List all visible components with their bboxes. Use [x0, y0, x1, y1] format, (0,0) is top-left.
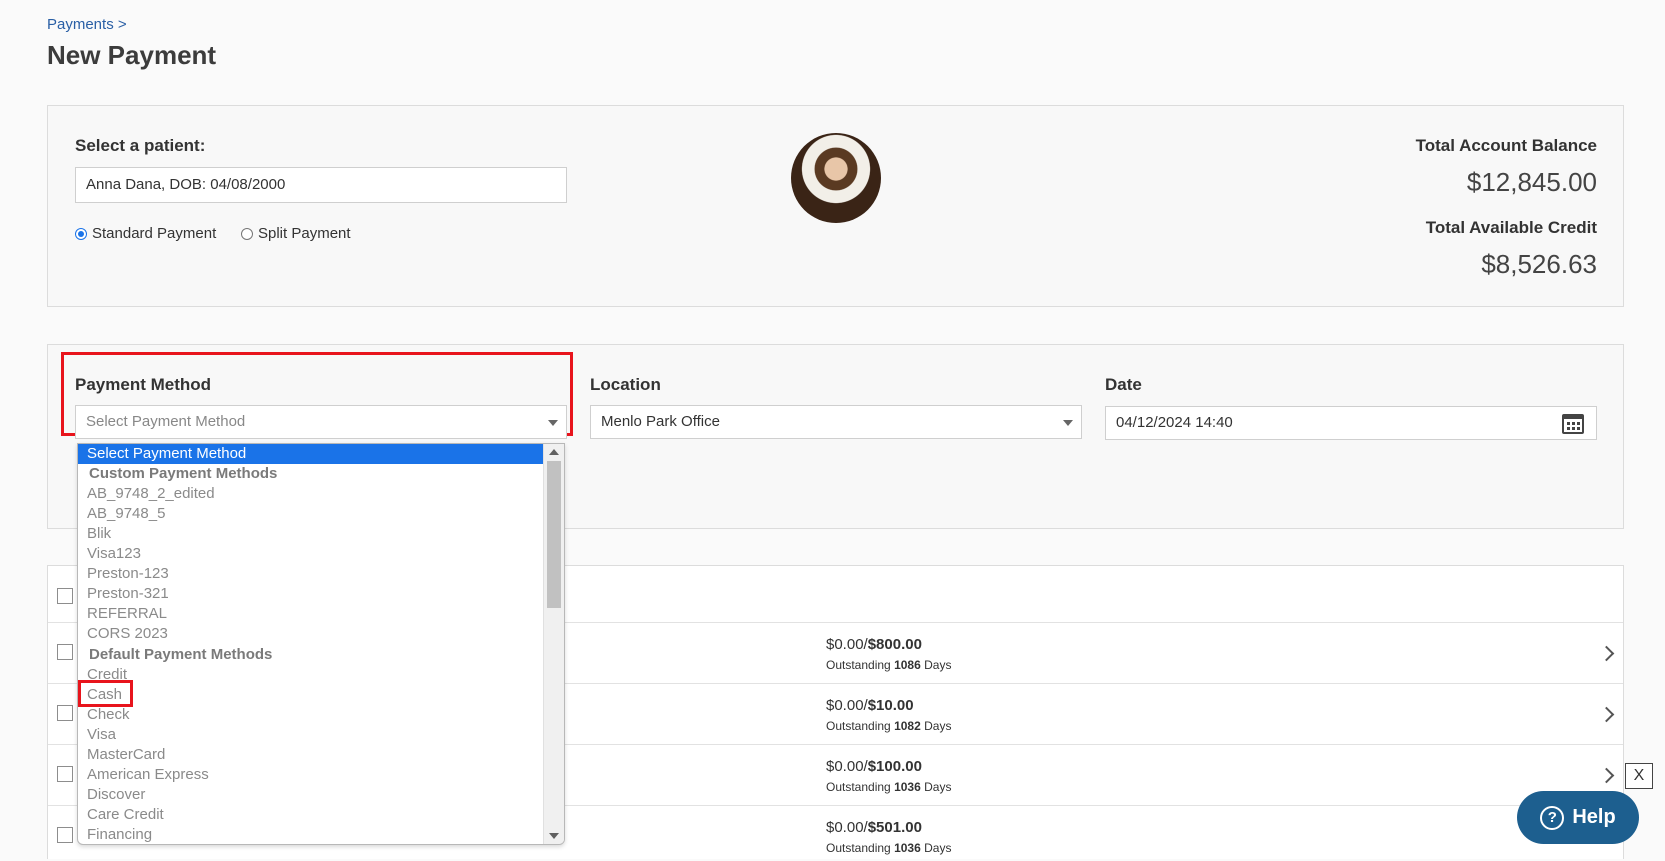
standard-payment-label: Standard Payment: [92, 225, 217, 242]
row-checkbox[interactable]: [57, 705, 73, 721]
payment-method-label: Payment Method: [75, 375, 212, 394]
patient-input[interactable]: Anna Dana, DOB: 04/08/2000: [75, 167, 567, 203]
dropdown-option[interactable]: CORS 2023: [78, 624, 544, 644]
radio-checked-icon[interactable]: [75, 227, 87, 240]
dropdown-option[interactable]: Discover: [78, 785, 544, 805]
close-button[interactable]: X: [1625, 763, 1653, 789]
dropdown-option[interactable]: Visa: [78, 725, 544, 745]
patient-label: Select a patient:: [75, 136, 206, 155]
payment-method-dropdown[interactable]: Select Payment Method Custom Payment Met…: [77, 443, 565, 845]
chevron-right-icon[interactable]: [1598, 645, 1615, 662]
dropdown-option-cash[interactable]: Cash: [78, 685, 544, 705]
chevron-right-icon[interactable]: [1598, 706, 1615, 723]
row-amount: $0.00/$100.00: [826, 758, 922, 775]
total-available-credit-value: $8,526.63: [1481, 249, 1597, 279]
help-button[interactable]: ? Help: [1517, 791, 1639, 844]
split-payment-radio[interactable]: Split Payment: [241, 225, 351, 242]
calendar-icon[interactable]: [1562, 414, 1584, 434]
payment-method-select[interactable]: Select Payment Method: [75, 405, 567, 439]
row-amount: $0.00/$800.00: [826, 636, 922, 653]
dropdown-option[interactable]: Blik: [78, 524, 544, 544]
page-title: New Payment: [47, 40, 217, 70]
chevron-down-icon: [548, 420, 558, 426]
scroll-down-icon[interactable]: [549, 833, 559, 839]
scroll-up-icon[interactable]: [549, 449, 559, 455]
dropdown-group-default: Default Payment Methods: [89, 646, 273, 663]
location-select[interactable]: Menlo Park Office: [590, 405, 1082, 439]
location-value: Menlo Park Office: [601, 413, 720, 430]
dropdown-option[interactable]: Credit: [78, 665, 544, 685]
dropdown-option[interactable]: Preston-321: [78, 584, 544, 604]
standard-payment-radio[interactable]: Standard Payment: [75, 225, 216, 242]
row-amount: $0.00/$501.00: [826, 819, 922, 836]
dropdown-option[interactable]: American Express: [78, 765, 544, 785]
location-label: Location: [590, 375, 661, 394]
payment-method-placeholder: Select Payment Method: [86, 413, 246, 430]
date-input[interactable]: 04/12/2024 14:40: [1105, 406, 1597, 440]
row-checkbox[interactable]: [57, 766, 73, 782]
dropdown-option[interactable]: AB_9748_2_edited: [78, 484, 544, 504]
dropdown-group-custom: Custom Payment Methods: [89, 465, 278, 482]
dropdown-option[interactable]: REFERRAL: [78, 604, 544, 624]
row-outstanding: Outstanding 1036 Days: [826, 780, 952, 794]
row-outstanding: Outstanding 1086 Days: [826, 658, 952, 672]
total-available-credit-label: Total Available Credit: [1425, 218, 1597, 237]
row-outstanding: Outstanding 1082 Days: [826, 719, 952, 733]
row-checkbox[interactable]: [57, 827, 73, 843]
dropdown-option[interactable]: Visa123: [78, 544, 544, 564]
radio-unchecked-icon[interactable]: [241, 227, 253, 240]
dropdown-option[interactable]: Check: [78, 705, 544, 725]
chevron-right-icon[interactable]: [1598, 767, 1615, 784]
help-label: Help: [1572, 806, 1616, 828]
dropdown-option[interactable]: Preston-123: [78, 564, 544, 584]
dropdown-option[interactable]: MasterCard: [78, 745, 544, 765]
scrollbar-thumb[interactable]: [547, 461, 561, 608]
select-all-checkbox[interactable]: [57, 588, 73, 604]
row-checkbox[interactable]: [57, 644, 73, 660]
date-value: 04/12/2024 14:40: [1116, 414, 1233, 431]
breadcrumb[interactable]: Payments >: [47, 16, 127, 33]
dropdown-option-selected[interactable]: Select Payment Method: [78, 444, 544, 464]
chevron-down-icon: [1063, 420, 1073, 426]
row-outstanding: Outstanding 1036 Days: [826, 841, 952, 855]
dropdown-option[interactable]: AB_9748_5: [78, 504, 544, 524]
dropdown-option[interactable]: Care Credit: [78, 805, 544, 825]
dropdown-option[interactable]: Financing: [78, 825, 544, 844]
avatar: [791, 133, 881, 223]
question-icon: ?: [1540, 805, 1565, 830]
row-amount: $0.00/$10.00: [826, 697, 914, 714]
cash-option-highlight: [78, 680, 133, 707]
date-label: Date: [1105, 375, 1142, 394]
total-account-balance-label: Total Account Balance: [1415, 136, 1597, 155]
total-account-balance-value: $12,845.00: [1466, 167, 1597, 197]
split-payment-label: Split Payment: [258, 225, 351, 242]
dropdown-scrollbar[interactable]: [543, 444, 564, 844]
